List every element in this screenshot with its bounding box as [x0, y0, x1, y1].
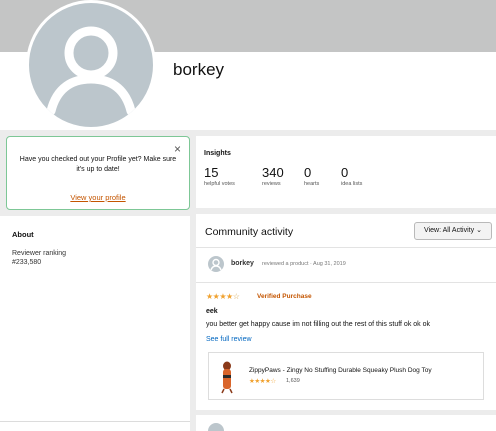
stat-idea-lists: 0 idea lists: [341, 165, 362, 187]
next-activity-card: [196, 415, 496, 431]
star-empty-icon: ☆: [232, 292, 240, 301]
stat-value: 15: [204, 165, 219, 180]
dog-toy-product-image: [221, 361, 233, 394]
community-activity-title: Community activity: [205, 226, 294, 238]
stat-hearts: 0 hearts: [304, 165, 319, 187]
profile-avatar[interactable]: [26, 0, 156, 130]
view-filter-dropdown[interactable]: View: All Activity ⌄: [414, 222, 492, 240]
star-filled-icon: ★: [219, 292, 227, 301]
stat-helpful-votes: 15 helpful votes: [204, 165, 235, 187]
stat-label: hearts: [304, 181, 320, 187]
view-filter-label: View: All Activity: [424, 227, 475, 234]
reviewer-ranking-label: Reviewer ranking: [12, 250, 67, 257]
profile-name: borkey: [173, 60, 225, 79]
divider: [196, 247, 496, 248]
insights-title: Insights: [204, 150, 231, 157]
see-full-review-link[interactable]: See full review: [206, 336, 252, 343]
stat-label: idea lists: [341, 181, 363, 187]
product-star-rating: ★★★★☆: [249, 377, 276, 385]
post-avatar[interactable]: [208, 256, 224, 272]
divider: [196, 282, 496, 283]
user-silhouette-icon: [46, 26, 136, 116]
sidebar-bottom-card: [0, 421, 190, 431]
stat-value: 0: [304, 165, 312, 180]
review-title: eek: [206, 308, 218, 315]
star-filled-icon: ★: [226, 292, 233, 301]
stat-value: 0: [341, 165, 349, 180]
product-card[interactable]: ZippyPaws - Zingy No Stuffing Durable Sq…: [208, 352, 484, 400]
chevron-down-icon: ⌄: [476, 227, 482, 234]
nudge-message: Have you checked out your Profile yet? M…: [19, 156, 177, 173]
review-body: you better get happy cause im not fillin…: [206, 321, 430, 328]
post-action-text: reviewed a product · Aug 31, 2019: [262, 261, 346, 267]
stat-value: 340: [262, 165, 284, 180]
stat-label: helpful votes: [204, 181, 235, 187]
product-name[interactable]: ZippyPaws - Zingy No Stuffing Durable Sq…: [249, 367, 432, 374]
profile-nudge-card: × Have you checked out your Profile yet?…: [6, 136, 190, 210]
post-author[interactable]: borkey: [231, 260, 254, 267]
about-card: About Reviewer ranking #233,580: [0, 216, 190, 431]
about-title: About: [12, 230, 34, 239]
stat-reviews: 340 reviews: [262, 165, 284, 187]
star-half-icon: ☆: [270, 378, 276, 385]
community-activity-card: Community activity View: All Activity ⌄ …: [196, 214, 496, 410]
user-silhouette-icon: [210, 258, 222, 271]
view-profile-link[interactable]: View your profile: [7, 193, 189, 202]
product-ratings-count: 1,639: [286, 378, 300, 384]
review-star-rating: ★★★★☆: [206, 292, 240, 301]
stat-label: reviews: [262, 181, 281, 187]
star-filled-icon: ★: [206, 292, 213, 301]
reviewer-ranking-value: #233,580: [12, 259, 42, 266]
verified-purchase-badge: Verified Purchase: [257, 293, 312, 300]
post-avatar[interactable]: [208, 423, 224, 431]
insights-card: Insights 15 helpful votes 340 reviews 0 …: [196, 136, 496, 208]
close-icon[interactable]: ×: [174, 142, 181, 156]
